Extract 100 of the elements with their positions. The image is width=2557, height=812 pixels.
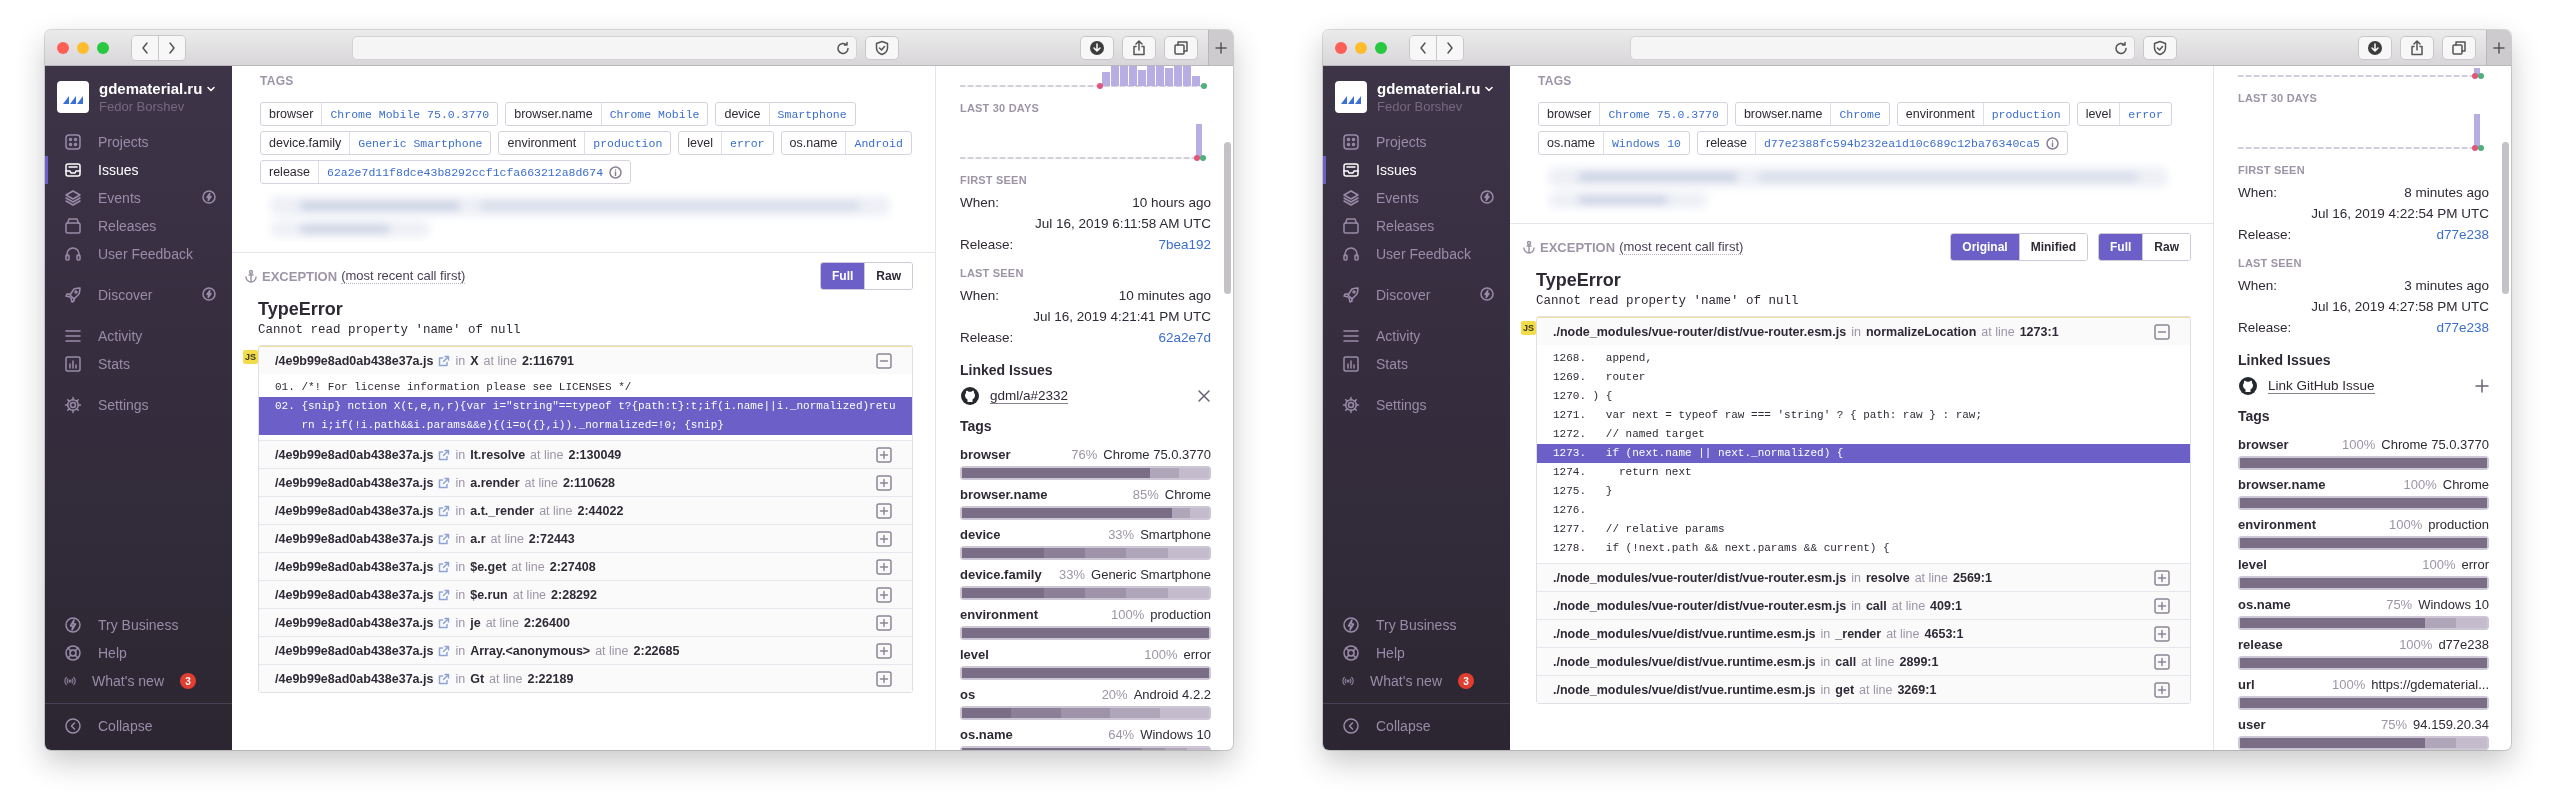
nav-item[interactable]: Stats bbox=[1323, 350, 1510, 378]
release-link[interactable]: d77e238 bbox=[2436, 227, 2489, 242]
anchor-icon[interactable] bbox=[1522, 240, 1536, 254]
external-link-icon[interactable] bbox=[438, 476, 451, 489]
tag-value[interactable]: production bbox=[1983, 103, 2069, 125]
frame-header[interactable]: /4e9b99e8ad0ab438e37a.js in a.r at line 2:72443 bbox=[259, 525, 912, 552]
issue-link[interactable]: gdml/a#2332 bbox=[990, 388, 1069, 404]
external-link-icon[interactable] bbox=[438, 354, 451, 367]
new-tab-button[interactable] bbox=[1208, 30, 1233, 65]
nav-item[interactable]: Stats bbox=[45, 350, 232, 378]
tag-value[interactable]: Windows 10 bbox=[1603, 132, 1689, 154]
expand-icon[interactable] bbox=[876, 502, 892, 519]
issue-link[interactable]: Link GitHub Issue bbox=[2268, 378, 2375, 394]
nav-item[interactable]: Projects bbox=[45, 128, 232, 156]
frame-header[interactable]: /4e9b99e8ad0ab438e37a.js in $e.get at line 2:27408 bbox=[259, 553, 912, 580]
expand-icon[interactable] bbox=[2154, 681, 2170, 698]
toggle-button[interactable]: Full bbox=[2099, 234, 2143, 260]
expand-icon[interactable] bbox=[2154, 569, 2170, 586]
tag-value[interactable]: 62a2e7d11f8dce43b8292ccf1cfa663212a8d674 bbox=[319, 161, 631, 183]
frame-header[interactable]: /4e9b99e8ad0ab438e37a.js in Gt at line 2:22189 bbox=[259, 665, 912, 692]
nav-item[interactable]: Discover bbox=[45, 281, 232, 309]
nav-item[interactable]: What's new 3 bbox=[1323, 667, 1510, 695]
release-link[interactable]: 62a2e7d bbox=[1158, 330, 1211, 345]
frame-header[interactable]: ./node_modules/vue/dist/vue.runtime.esm.js in get at line 3269:1 bbox=[1537, 676, 2190, 703]
external-link-icon[interactable] bbox=[438, 588, 451, 601]
share-button[interactable] bbox=[2400, 35, 2434, 60]
frame-header[interactable]: /4e9b99e8ad0ab438e37a.js in X at line 2:116791 bbox=[259, 347, 912, 374]
reload-icon[interactable] bbox=[2114, 40, 2128, 55]
nav-item[interactable]: Issues bbox=[45, 156, 232, 184]
frame-header[interactable]: ./node_modules/vue-router/dist/vue-router.esm.js in normalizeLocation at line 1273:1 bbox=[1537, 318, 2190, 345]
frame-header[interactable]: ./node_modules/vue/dist/vue.runtime.esm.js in _render at line 4653:1 bbox=[1537, 620, 2190, 647]
nav-item[interactable]: Settings bbox=[45, 391, 232, 419]
nav-item[interactable]: Collapse bbox=[1323, 712, 1510, 740]
tag-value[interactable]: Smartphone bbox=[769, 103, 855, 125]
external-link-icon[interactable] bbox=[438, 532, 451, 545]
org-name[interactable]: gdematerial.ru bbox=[99, 80, 203, 97]
nav-item[interactable]: Try Business bbox=[45, 611, 232, 639]
tag-value[interactable]: Chrome 75.0.3770 bbox=[1600, 103, 1727, 125]
external-link-icon[interactable] bbox=[438, 644, 451, 657]
frame-header[interactable]: /4e9b99e8ad0ab438e37a.js in Array.<anonymous> at line 2:22685 bbox=[259, 637, 912, 664]
address-field[interactable] bbox=[1630, 35, 2135, 60]
plus-icon[interactable] bbox=[2475, 379, 2489, 393]
scrollbar-thumb[interactable] bbox=[1224, 142, 1231, 294]
anchor-icon[interactable] bbox=[244, 269, 258, 283]
external-link-icon[interactable] bbox=[438, 504, 451, 517]
external-link-icon[interactable] bbox=[438, 560, 451, 573]
nav-item[interactable]: Projects bbox=[1323, 128, 1510, 156]
zoom-button[interactable] bbox=[97, 41, 109, 54]
release-link[interactable]: d77e238 bbox=[2436, 320, 2489, 335]
zoom-button[interactable] bbox=[1375, 41, 1387, 54]
logo-icon[interactable] bbox=[960, 386, 980, 406]
toggle-button[interactable]: Raw bbox=[2142, 234, 2190, 260]
nav-item[interactable]: What's new 3 bbox=[45, 667, 232, 695]
org-logo-icon[interactable] bbox=[57, 81, 89, 113]
nav-item[interactable]: Activity bbox=[45, 322, 232, 350]
forward-button[interactable] bbox=[1436, 35, 1463, 60]
expand-icon[interactable] bbox=[876, 446, 892, 463]
expand-icon[interactable] bbox=[876, 586, 892, 603]
expand-icon[interactable] bbox=[2154, 597, 2170, 614]
download-button[interactable] bbox=[1080, 35, 1114, 60]
close-icon[interactable] bbox=[1197, 389, 1211, 403]
frame-header[interactable]: ./node_modules/vue-router/dist/vue-router.esm.js in call at line 409:1 bbox=[1537, 592, 2190, 619]
collapse-icon[interactable] bbox=[876, 352, 892, 369]
address-field[interactable] bbox=[352, 35, 857, 60]
frame-header[interactable]: ./node_modules/vue-router/dist/vue-router.esm.js in resolve at line 2569:1 bbox=[1537, 564, 2190, 591]
shield-button[interactable] bbox=[2143, 35, 2177, 60]
org-logo-icon[interactable] bbox=[1335, 81, 1367, 113]
nav-item[interactable]: Issues bbox=[1323, 156, 1510, 184]
reload-icon[interactable] bbox=[836, 40, 850, 55]
tag-value[interactable]: production bbox=[585, 132, 671, 154]
shield-button[interactable] bbox=[865, 35, 899, 60]
release-link[interactable]: 7bea192 bbox=[1158, 237, 1211, 252]
external-link-icon[interactable] bbox=[438, 448, 451, 461]
info-icon[interactable] bbox=[2046, 136, 2059, 150]
logo-icon[interactable] bbox=[2238, 376, 2258, 396]
external-link-icon[interactable] bbox=[438, 616, 451, 629]
frame-header[interactable]: /4e9b99e8ad0ab438e37a.js in je at line 2:26400 bbox=[259, 609, 912, 636]
toggle-button[interactable]: Minified bbox=[2018, 234, 2087, 260]
tag-value[interactable]: Generic Smartphone bbox=[350, 132, 491, 154]
toggle-button[interactable]: Original bbox=[1951, 234, 2019, 260]
nav-item[interactable]: User Feedback bbox=[1323, 240, 1510, 268]
nav-item[interactable]: User Feedback bbox=[45, 240, 232, 268]
nav-item[interactable]: Releases bbox=[45, 212, 232, 240]
nav-item[interactable]: Settings bbox=[1323, 391, 1510, 419]
nav-item[interactable]: Releases bbox=[1323, 212, 1510, 240]
expand-icon[interactable] bbox=[876, 474, 892, 491]
frame-header[interactable]: /4e9b99e8ad0ab438e37a.js in a.render at line 2:110628 bbox=[259, 469, 912, 496]
nav-item[interactable]: Events bbox=[1323, 184, 1510, 212]
tag-value[interactable]: error bbox=[2120, 103, 2171, 125]
collapse-icon[interactable] bbox=[2154, 323, 2170, 340]
close-button[interactable] bbox=[1335, 41, 1347, 54]
download-button[interactable] bbox=[2358, 35, 2392, 60]
tabs-button[interactable] bbox=[2442, 35, 2476, 60]
forward-button[interactable] bbox=[158, 35, 185, 60]
back-button[interactable] bbox=[132, 35, 158, 60]
external-link-icon[interactable] bbox=[438, 672, 451, 685]
nav-item[interactable]: Discover bbox=[1323, 281, 1510, 309]
nav-item[interactable]: Activity bbox=[1323, 322, 1510, 350]
expand-icon[interactable] bbox=[876, 558, 892, 575]
nav-item[interactable]: Help bbox=[1323, 639, 1510, 667]
